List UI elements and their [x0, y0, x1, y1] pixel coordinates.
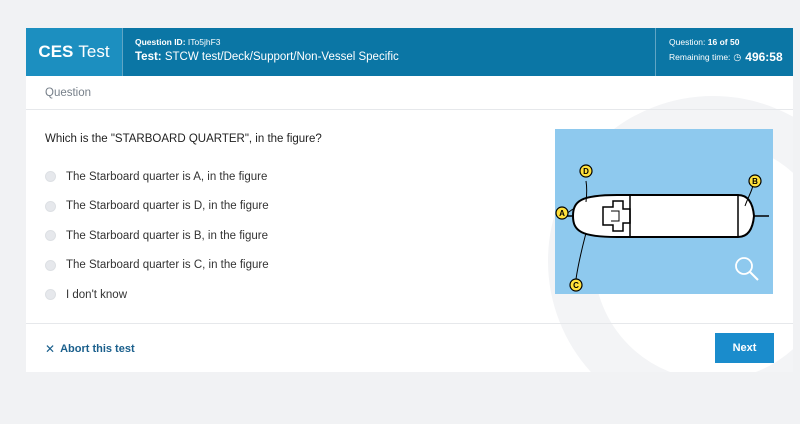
answer-label: The Starboard quarter is A, in the figur… — [66, 170, 268, 183]
answer-option[interactable]: The Starboard quarter is B, in the figur… — [45, 221, 269, 251]
answer-label: The Starboard quarter is B, in the figur… — [66, 229, 268, 242]
label-c-text: C — [573, 281, 579, 290]
close-icon: ✕ — [45, 342, 56, 356]
section-label: Question — [45, 87, 92, 99]
radio-button[interactable] — [45, 289, 56, 301]
answer-options: The Starboard quarter is A, in the figur… — [45, 162, 269, 310]
answer-label: The Starboard quarter is D, in the figur… — [66, 200, 269, 213]
test-header: CES Test Question ID: ITo5jhF3 Test: STCW… — [26, 28, 793, 76]
label-d-text: D — [583, 167, 589, 176]
divider — [26, 323, 793, 324]
label-a-text: A — [559, 209, 565, 218]
ship-diagram: A D B C — [555, 164, 769, 292]
test-name: Test: STCW test/Deck/Support/Non-Vessel … — [135, 51, 655, 63]
question-text: Which is the "STARBOARD QUARTER", in the… — [45, 133, 322, 145]
test-label: Test: — [135, 51, 162, 63]
remaining-time-value: 496:58 — [745, 50, 783, 64]
leader-d — [585, 180, 588, 203]
question-figure[interactable]: A D B C — [555, 129, 773, 294]
radio-button[interactable] — [45, 259, 56, 271]
abort-label: Abort this test — [60, 343, 135, 355]
answer-label: I don't know — [66, 288, 128, 301]
remaining-time-label: Remaining time: — [669, 52, 731, 62]
brand-bold: CES — [38, 42, 74, 61]
test-card: CES Test Question ID: ITo5jhF3 Test: STCW… — [26, 28, 793, 372]
radio-button[interactable] — [45, 171, 56, 183]
remaining-time: Remaining time: ◷ 496:58 — [669, 50, 793, 64]
label-c: C — [569, 278, 583, 292]
label-b: B — [748, 174, 762, 188]
question-counter-label: Question: — [669, 37, 706, 47]
label-d: D — [579, 164, 593, 178]
abort-test-link[interactable]: ✕ Abort this test — [45, 342, 135, 356]
leader-c — [575, 232, 587, 280]
question-counter-value: 16 of 50 — [707, 37, 740, 47]
progress-info: Question: 16 of 50 Remaining time: ◷ 496… — [655, 28, 793, 76]
question-id-value: ITo5jhF3 — [187, 37, 221, 47]
magnifier-icon[interactable] — [735, 257, 759, 281]
question-id: Question ID: ITo5jhF3 — [135, 37, 655, 47]
brand-logo: CES Test — [26, 28, 122, 76]
divider — [26, 109, 793, 110]
test-name-value: STCW test/Deck/Support/Non-Vessel Specif… — [164, 51, 399, 63]
question-info: Question ID: ITo5jhF3 Test: STCW test/De… — [122, 28, 655, 76]
brand-rest: Test — [78, 42, 110, 61]
radio-button[interactable] — [45, 230, 56, 242]
answer-option[interactable]: The Starboard quarter is A, in the figur… — [45, 162, 269, 192]
question-counter: Question: 16 of 50 — [669, 37, 793, 47]
label-a: A — [555, 206, 569, 220]
answer-option[interactable]: The Starboard quarter is C, in the figur… — [45, 251, 269, 281]
clock-icon: ◷ — [733, 51, 742, 62]
radio-button[interactable] — [45, 200, 56, 212]
answer-option[interactable]: I don't know — [45, 280, 269, 310]
question-id-label: Question ID: — [135, 37, 186, 47]
next-button[interactable]: Next — [715, 333, 774, 363]
answer-option[interactable]: The Starboard quarter is D, in the figur… — [45, 192, 269, 222]
label-b-text: B — [752, 177, 758, 186]
answer-label: The Starboard quarter is C, in the figur… — [66, 259, 269, 272]
ship-hull — [571, 194, 756, 238]
